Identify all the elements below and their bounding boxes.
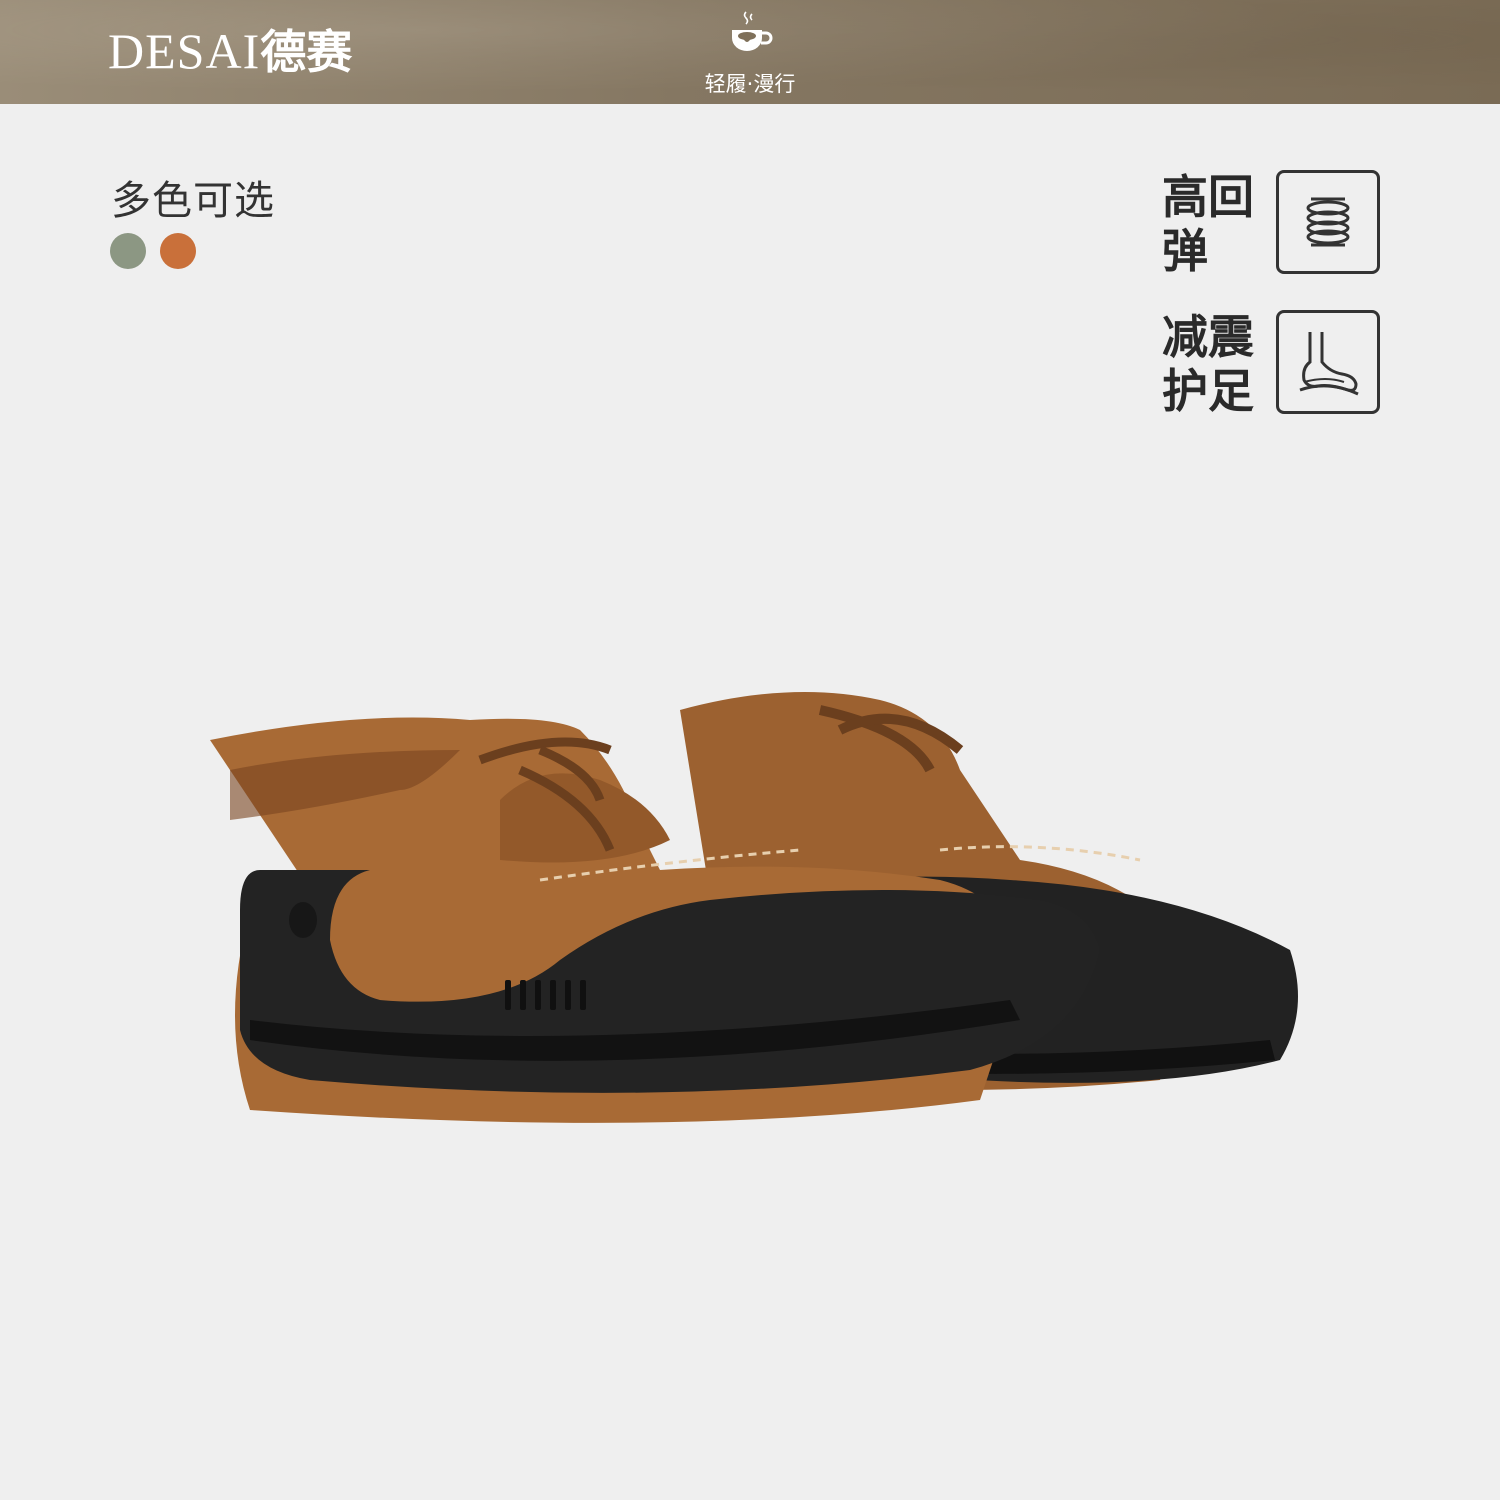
feature-label-line: 减震 [1162,310,1254,364]
colors-title: 多色可选 [111,178,275,224]
color-swatch-caramel-brown[interactable] [160,233,196,269]
coffee-cup-icon [732,11,773,51]
color-swatch-sage-green[interactable] [110,233,146,269]
brand-latin: DESAI [108,23,261,79]
feature-label: 高回 弹 [1162,170,1272,278]
feature-icon-box [1276,170,1380,274]
header-banner: DESAI德赛 轻履·漫行 [0,0,1500,104]
slogan-text: 轻履·漫行 [704,72,796,96]
feature-label-line: 高回 [1162,170,1254,224]
product-image [120,670,1390,1140]
foot-cushion-icon [1299,332,1359,396]
feature-label: 减震 护足 [1162,310,1272,418]
feature-icon-box [1276,310,1380,414]
feature-label-line: 护足 [1162,364,1254,418]
brand-chinese: 德赛 [260,25,353,79]
shoe-pair-illustration [210,692,1298,1123]
brand-logo: DESAI德赛 [108,26,352,77]
spring-icon [1306,197,1350,247]
slogan: 轻履·漫行 [690,10,810,98]
feature-label-line: 弹 [1162,224,1208,278]
